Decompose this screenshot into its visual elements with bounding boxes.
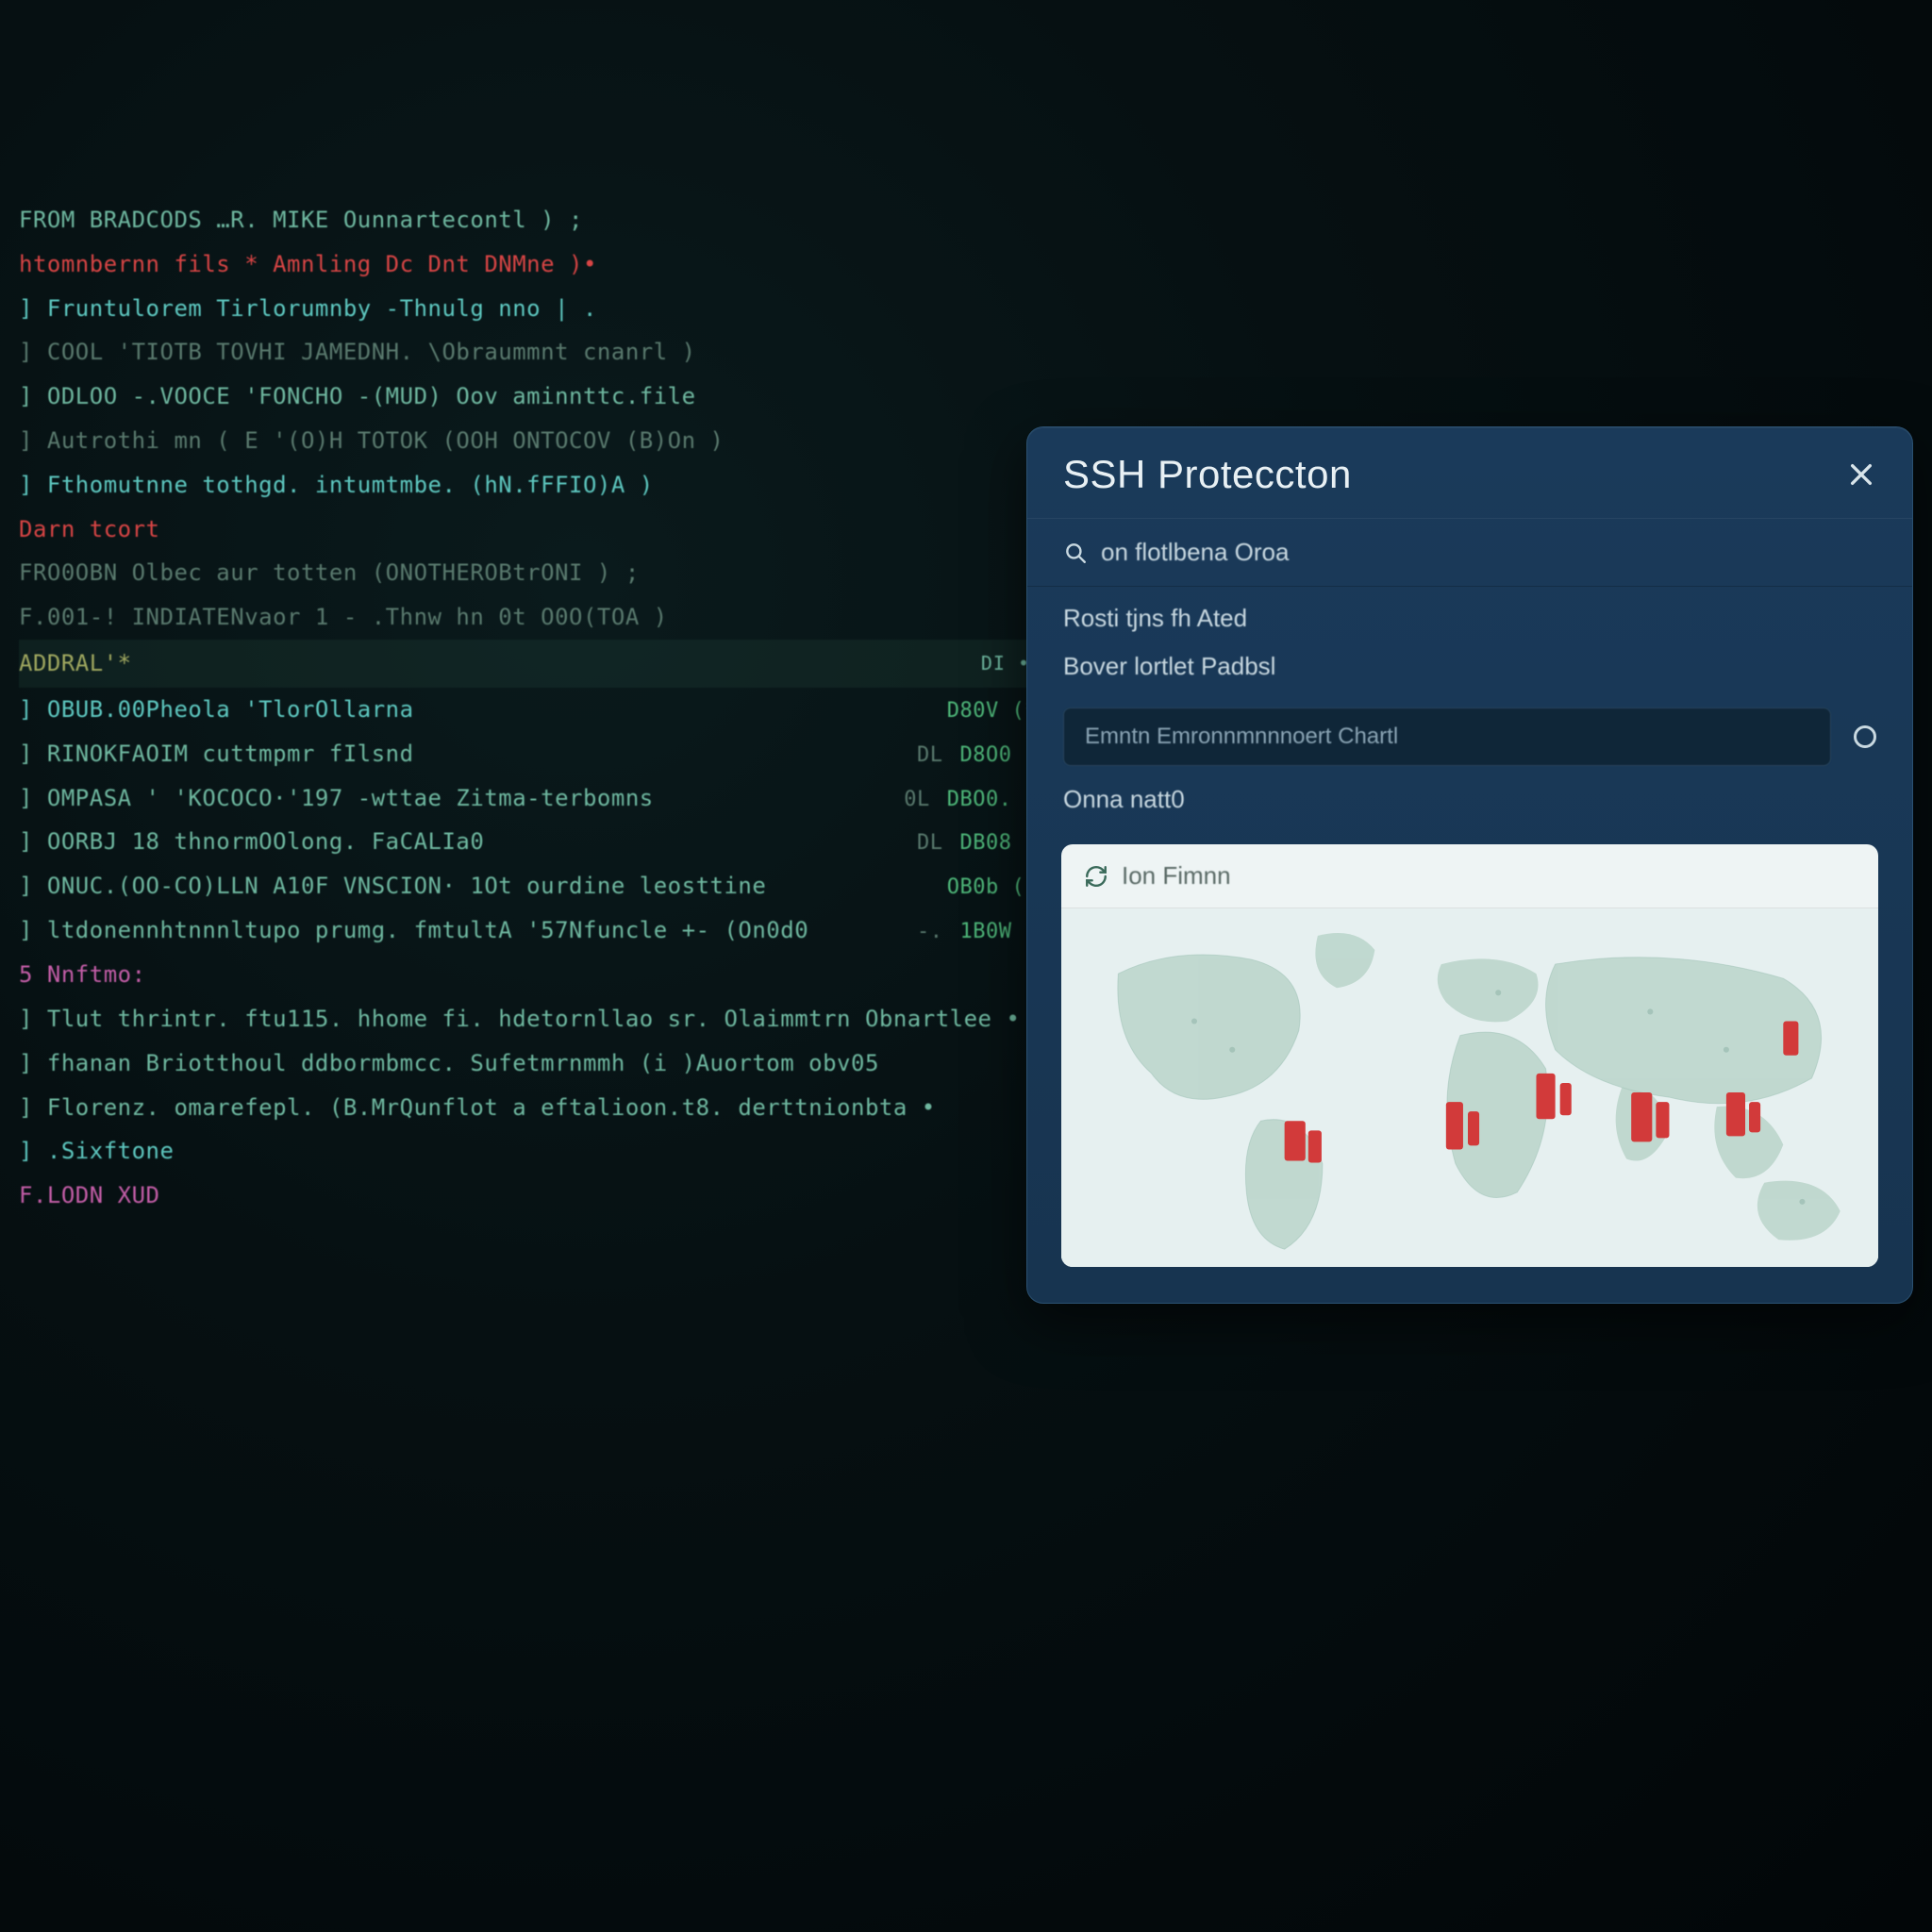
- code-line: FROM BRADCODS …R. MIKE Ounnartecontl ) ;: [19, 198, 1038, 242]
- search-icon: [1063, 541, 1088, 565]
- section-header: ADDRAL'*: [19, 641, 132, 686]
- world-map[interactable]: [1061, 908, 1878, 1267]
- log-row: ] ltdonennhtnnnltupo prumg. fmtultA '57N…: [19, 908, 1038, 953]
- code-line: F.001-! INDIATENvaor 1 - .Thnw hn 0t O0O…: [19, 595, 1038, 640]
- log-row: ] RINOKFAOIM cuttmpmr fIlsnd DL D8O0 (: [19, 732, 1038, 776]
- search-bar[interactable]: on flotlbena Oroa: [1027, 519, 1912, 587]
- input-row: Emntn Emronnmnnnoert Chartl: [1027, 691, 1912, 766]
- log-row: ] ONUC.(OO-CO)LLN A10F VNSCION· 1Ot ourd…: [19, 864, 1038, 908]
- section-header: 5 Nnftmo:: [19, 953, 1038, 997]
- code-line: htomnbernn fils * Amnling Dc Dnt DNMne )…: [19, 242, 1038, 287]
- panel-body: on flotlbena Oroa Rosti tjns fh Ated Bov…: [1027, 519, 1912, 1303]
- map-card: Ion Fimnn: [1061, 844, 1878, 1267]
- log-row: ] OBUB.00Pheola 'TlorOllarna D80V (*: [19, 688, 1038, 732]
- ssh-protection-panel: SSH Proteccton on flotlbena Oroa Rosti t…: [1026, 426, 1913, 1304]
- section-header-row: ADDRAL'* DI •: [19, 640, 1038, 688]
- terminal-pane: FROM BRADCODS …R. MIKE Ounnartecontl ) ;…: [19, 198, 1038, 1218]
- map-header: Ion Fimnn: [1061, 844, 1878, 908]
- log-row: ] OORBJ 18 thnormOOlong. FaCALIa0 DL DB0…: [19, 820, 1038, 864]
- code-line: ] Fthomutnne tothgd. intumtmbe. (hN.fFFI…: [19, 463, 1038, 508]
- code-line: ] ODLOO -.VOOCE 'FONCHO -(MUD) Oov aminn…: [19, 375, 1038, 419]
- text-input[interactable]: Emntn Emronnmnnnoert Chartl: [1063, 708, 1831, 766]
- code-line: ] COOL 'TIOTB TOVHI JAMEDNH. \Obraummnt …: [19, 330, 1038, 375]
- option-row[interactable]: Bover lortlet Padbsl: [1027, 642, 1912, 691]
- clear-link[interactable]: Onna natt0: [1027, 766, 1912, 822]
- code-line: ] Fruntulorem Tirlorumnby -Thnulg nno | …: [19, 287, 1038, 331]
- code-line: ] Florenz. omarefepl. (B.MrQunflot a eft…: [19, 1086, 1038, 1130]
- code-line: ] .Sixftone: [19, 1129, 1038, 1174]
- log-row: ] OMPASA ' 'KOCOCO·'197 -wttae Zitma-ter…: [19, 776, 1038, 821]
- map-title: Ion Fimnn: [1122, 861, 1231, 891]
- close-icon[interactable]: [1846, 459, 1876, 490]
- code-line: FRO0OBN Olbec aur totten (ONOTHEROBtrONI…: [19, 551, 1038, 595]
- option-row[interactable]: Rosti tjns fh Ated: [1027, 587, 1912, 642]
- code-line: ] Tlut thrintr. ftu115. hhome fi. hdetor…: [19, 997, 1038, 1041]
- refresh-icon[interactable]: [1084, 864, 1108, 889]
- code-line: Darn tcort: [19, 508, 1038, 552]
- code-line: ] fhanan Briotthoul ddbormbmcc. Sufetmrn…: [19, 1041, 1038, 1086]
- panel-header: SSH Proteccton: [1027, 427, 1912, 519]
- code-line: ] Autrothi mn ( E '(O)H TOTOK (OOH ONTOC…: [19, 419, 1038, 463]
- radio-button[interactable]: [1854, 725, 1876, 748]
- panel-title: SSH Proteccton: [1063, 452, 1352, 497]
- code-line: F.LODN XUD: [19, 1174, 1038, 1218]
- search-placeholder: on flotlbena Oroa: [1101, 538, 1289, 567]
- section-right: DI •: [981, 645, 1030, 682]
